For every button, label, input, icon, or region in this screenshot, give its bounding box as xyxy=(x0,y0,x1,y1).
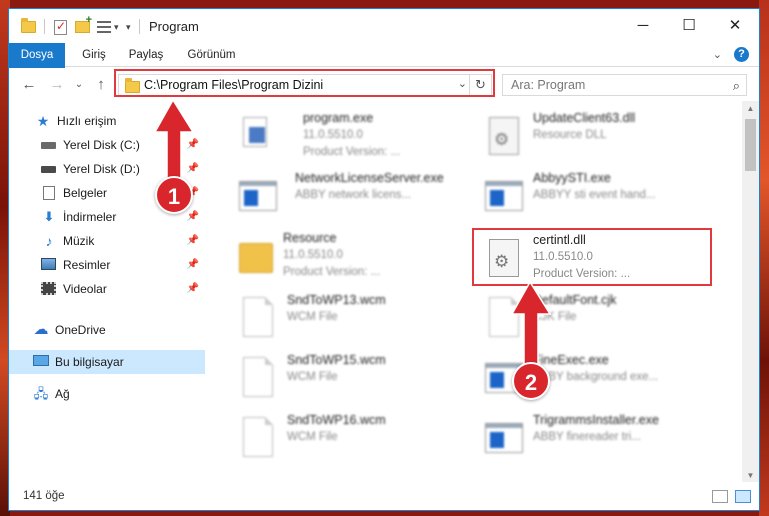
arrow-up-icon xyxy=(153,98,195,181)
step-badge-1: 1 xyxy=(155,176,193,214)
arrow-up-icon xyxy=(510,280,552,367)
step-badge-2: 2 xyxy=(512,362,550,400)
annotation-arrows xyxy=(153,98,552,367)
